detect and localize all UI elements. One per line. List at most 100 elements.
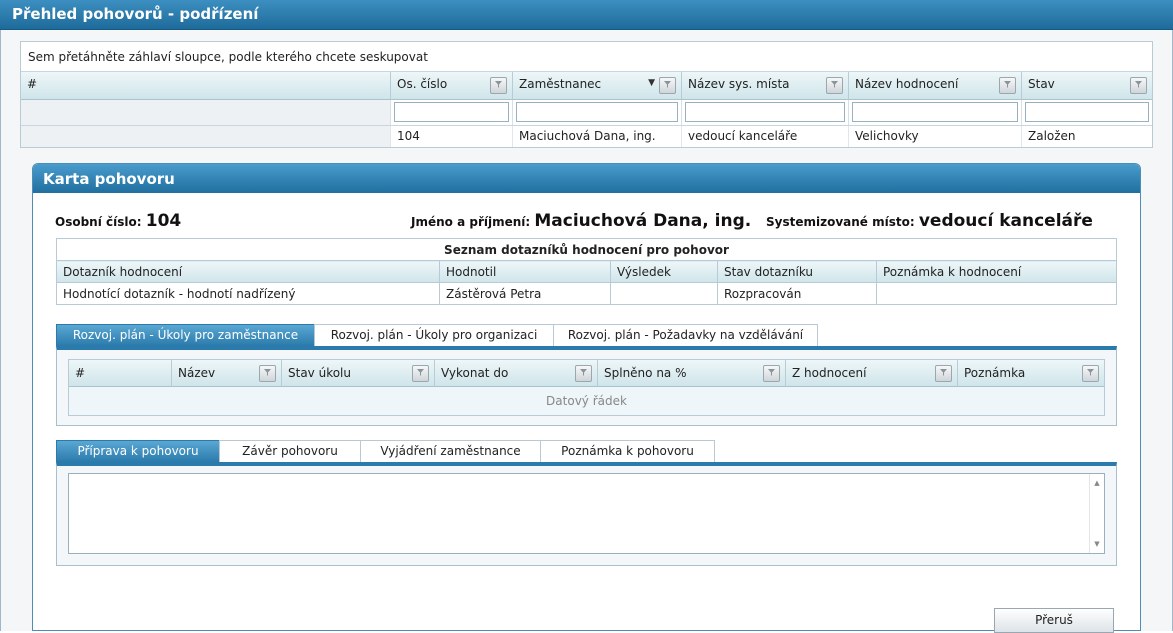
position-value: vedoucí kanceláře [918, 211, 1093, 231]
col-header-poznamka[interactable]: Poznámka [958, 360, 1104, 386]
filter-os-cislo-input[interactable] [394, 102, 509, 122]
tab-zaver[interactable]: Závěr pohovoru [219, 440, 361, 462]
filter-stav-input[interactable] [1025, 102, 1149, 122]
cell-poznamka [876, 282, 1117, 305]
filter-icon[interactable] [1130, 77, 1147, 94]
questionnaires-table: Seznam dotazníků hodnocení pro pohovor D… [56, 238, 1117, 305]
position-label: Systemizované místo: [766, 215, 915, 229]
filter-cell [849, 100, 1022, 125]
filter-icon[interactable] [659, 77, 676, 94]
col-header-z-hodnoceni[interactable]: Z hodnocení [786, 360, 958, 386]
col-header-hash[interactable]: # [21, 72, 391, 99]
col-header-nazev-hodnoceni[interactable]: Název hodnocení [849, 72, 1022, 99]
questionnaires-header: Dotazník hodnocení Hodnotil Výsledek Sta… [56, 260, 1117, 283]
filter-icon[interactable] [763, 365, 780, 382]
filter-icon[interactable] [259, 365, 276, 382]
cancel-button[interactable]: Přeruš [994, 608, 1114, 633]
personal-number: Osobní číslo: 104 [55, 211, 181, 231]
tab-priprava[interactable]: Příprava k pohovoru [56, 440, 220, 462]
personal-number-value: 104 [145, 211, 182, 231]
tab-ukoly-zamestnance[interactable]: Rozvoj. plán - Úkoly pro zaměstnance [56, 324, 315, 346]
col-header-stav[interactable]: Stav [1022, 72, 1152, 99]
notes-tab-panel: ▲ ▼ [56, 462, 1117, 566]
col-label: Název [178, 366, 216, 380]
filter-icon[interactable] [826, 77, 843, 94]
tab-ukoly-organizace[interactable]: Rozvoj. plán - Úkoly pro organizaci [314, 324, 554, 346]
table-row[interactable]: 104 Maciuchová Dana, ing. vedoucí kancel… [21, 126, 1152, 147]
col-header-nazev[interactable]: Název [172, 360, 282, 386]
col-label: Název sys. místa [688, 77, 790, 91]
plan-tabs: Rozvoj. plán - Úkoly pro zaměstnance Roz… [56, 324, 818, 346]
filter-misto-input[interactable] [685, 102, 845, 122]
personal-number-label: Osobní číslo: [55, 215, 142, 229]
filter-hodnoceni-input[interactable] [852, 102, 1018, 122]
filter-icon[interactable] [412, 365, 429, 382]
tab-pozadavky-vzdelavani[interactable]: Rozvoj. plán - Požadavky na vzdělávání [553, 324, 818, 346]
col-header-os-cislo[interactable]: Os. číslo [391, 72, 513, 99]
filter-cell [1022, 100, 1152, 125]
col-header-vykonat-do[interactable]: Vykonat do [435, 360, 598, 386]
grid-header-row: # Os. číslo Zaměstnanec ▼ Název sys. mís… [21, 72, 1152, 100]
plan-grid: # Název Stav úkolu Vykonat do Splněno na… [68, 359, 1105, 416]
cell-stav: Založen [1028, 129, 1076, 143]
scroll-down-icon[interactable]: ▼ [1090, 537, 1104, 551]
window-title: Přehled pohovorů - podřízení [0, 0, 1173, 30]
col-header-zamestnanec[interactable]: Zaměstnanec ▼ [513, 72, 682, 99]
col-header: Dotazník hodnocení [56, 260, 440, 283]
cell-stav: Rozpracován [717, 282, 877, 305]
cell-hash [21, 126, 391, 147]
col-label: Stav [1028, 77, 1055, 91]
questionnaires-title: Seznam dotazníků hodnocení pro pohovor [56, 238, 1117, 261]
group-by-hint[interactable]: Sem přetáhněte záhlaví sloupce, podle kt… [21, 42, 1152, 72]
interview-card: Karta pohovoru Osobní číslo: 104 Jméno a… [32, 163, 1141, 633]
notes-tabs: Příprava k pohovoru Závěr pohovoru Vyjád… [56, 440, 715, 462]
col-label: # [75, 366, 86, 380]
plan-header-row: # Název Stav úkolu Vykonat do Splněno na… [69, 360, 1104, 387]
filter-icon[interactable] [999, 77, 1016, 94]
col-header-stav-ukolu[interactable]: Stav úkolu [282, 360, 435, 386]
col-header-splneno[interactable]: Splněno na % [598, 360, 786, 386]
interviews-grid: Sem přetáhněte záhlaví sloupce, podle kt… [20, 41, 1153, 148]
page-body: Sem přetáhněte záhlaví sloupce, podle kt… [0, 30, 1173, 633]
tab-poznamka[interactable]: Poznámka k pohovoru [540, 440, 715, 462]
cell-vysledek [610, 282, 718, 305]
filter-icon[interactable] [490, 77, 507, 94]
employee-name: Jméno a příjmení: Maciuchová Dana, ing. [411, 211, 751, 231]
col-header-nazev-sys-mista[interactable]: Název sys. místa [682, 72, 849, 99]
empty-data-row: Datový řádek [69, 387, 1104, 415]
col-label: Splněno na % [604, 366, 687, 380]
filter-cell-hash [21, 100, 391, 125]
cell-misto: vedoucí kanceláře [682, 126, 849, 147]
col-label: # [27, 77, 38, 91]
filter-cell [682, 100, 849, 125]
scroll-up-icon[interactable]: ▲ [1090, 476, 1104, 490]
filter-icon[interactable] [575, 365, 592, 382]
tab-vyjadreni[interactable]: Vyjádření zaměstnance [360, 440, 541, 462]
col-header: Hodnotil [439, 260, 611, 283]
card-title: Karta pohovoru [33, 164, 1140, 193]
col-header-hash[interactable]: # [69, 360, 172, 386]
sort-desc-icon: ▼ [648, 78, 655, 88]
notes-textarea[interactable]: ▲ ▼ [68, 473, 1105, 554]
table-row[interactable]: Hodnotící dotazník - hodnotí nadřízený Z… [56, 282, 1117, 305]
col-header: Poznámka k hodnocení [876, 260, 1117, 283]
col-header: Výsledek [610, 260, 718, 283]
cell-hodnotil: Zástěrová Petra [439, 282, 611, 305]
col-label: Os. číslo [397, 77, 448, 91]
col-label: Stav úkolu [288, 366, 351, 380]
cell-zamestnanec: Maciuchová Dana, ing. [513, 126, 682, 147]
filter-icon[interactable] [1082, 365, 1099, 382]
scrollbar[interactable]: ▲ ▼ [1089, 474, 1104, 553]
filter-icon[interactable] [935, 365, 952, 382]
col-label: Z hodnocení [792, 366, 867, 380]
filter-zamestnanec-input[interactable] [516, 102, 678, 122]
col-header: Stav dotazníku [717, 260, 877, 283]
col-label: Název hodnocení [855, 77, 959, 91]
filter-cell [513, 100, 682, 125]
employee-name-label: Jméno a příjmení: [411, 215, 531, 229]
cell-hodnoceni: Velichovky [849, 126, 1022, 147]
col-label: Vykonat do [441, 366, 509, 380]
cell-dotaznik: Hodnotící dotazník - hodnotí nadřízený [56, 282, 440, 305]
filter-cell [391, 100, 513, 125]
cell-os-cislo: 104 [391, 126, 513, 147]
